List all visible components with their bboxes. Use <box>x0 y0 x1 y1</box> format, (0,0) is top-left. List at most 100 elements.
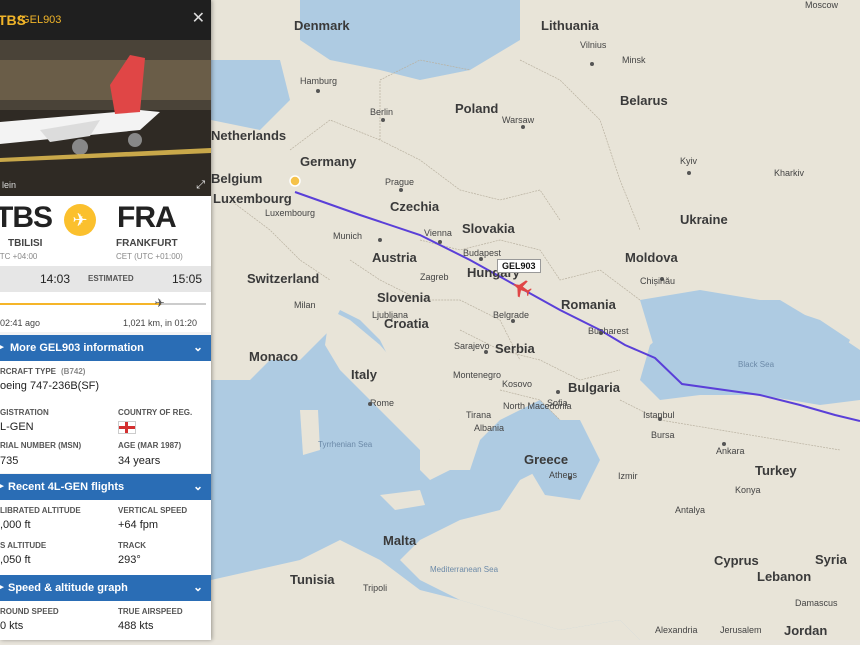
country-austria: Austria <box>372 250 417 265</box>
city-bucharest: Bucharest <box>588 326 629 336</box>
city-ljubljana: Ljubljana <box>372 310 409 320</box>
destination-name: FRANKFURT <box>116 238 178 249</box>
country-belarus: Belarus <box>620 93 668 108</box>
country-moldova: Moldova <box>625 250 678 265</box>
chevron-down-icon: ⌄ <box>192 340 203 354</box>
msn-value: 735 <box>0 455 19 467</box>
sea-tyrrhenian: Tyrrhenian Sea <box>318 440 373 449</box>
aircraft-type-value: oeing 747-236B(SF) <box>0 380 100 392</box>
sea-black-sea: Black Sea <box>738 360 775 369</box>
country-romania: Romania <box>561 297 616 312</box>
city-izmir: Izmir <box>618 471 638 481</box>
country-lithuania: Lithuania <box>541 18 599 33</box>
speed-data: ROUND SPEED 0 kts TRUE AIRSPEED 488 kts <box>0 601 211 640</box>
country-bulgaria: Bulgaria <box>568 380 621 395</box>
city-munich: Munich <box>333 231 363 241</box>
aircraft-callout[interactable]: GEL903 <box>497 259 541 273</box>
city-belgrade: Belgrade <box>493 310 530 320</box>
true-airspeed-value: 488 kts <box>118 620 154 632</box>
city-hamburg: Hamburg <box>300 76 338 86</box>
country-czechia: Czechia <box>390 199 440 214</box>
country-tunisia: Tunisia <box>290 572 335 587</box>
graph-label: Speed & altitude graph <box>8 582 128 594</box>
aircraft-info: RCRAFT TYPE (B742) oeing 747-236B(SF) GI… <box>0 361 211 473</box>
country-poland: Poland <box>455 101 499 116</box>
country-turkey: Turkey <box>755 463 797 478</box>
vertical-speed-label: VERTICAL SPEED <box>118 506 188 515</box>
photo-credit: lein <box>2 180 17 190</box>
city-vienna: Vienna <box>424 228 452 238</box>
country-lebanon: Lebanon <box>757 569 812 584</box>
city-warsaw: Warsaw <box>502 115 535 125</box>
country-luxembourg: Luxembourg <box>213 191 292 206</box>
country-monaco: Monaco <box>249 349 299 364</box>
departure-time: 14:03 <box>40 272 71 286</box>
country-greece: Greece <box>524 452 569 467</box>
country-switzerland: Switzerland <box>247 271 320 286</box>
destination-code: FRA <box>117 201 177 234</box>
progress-section: ✈ 02:41 ago 1,021 km, in 01:20 <box>0 292 211 332</box>
age-value: 34 years <box>118 455 161 467</box>
country-belgium: Belgium <box>211 171 263 186</box>
true-airspeed-label: TRUE AIRSPEED <box>118 607 183 616</box>
country-malta: Malta <box>383 533 417 548</box>
city-moscow: Moscow <box>805 0 839 10</box>
flight-detail-panel: TBS /GEL903 ✕ lein ⤢ TBS TBILISI UTC +04… <box>0 0 211 640</box>
graph-icon: ▸ <box>0 581 4 593</box>
origin-tz: UTC +04:00 <box>0 252 38 261</box>
city-kharkiv: Kharkiv <box>774 168 805 178</box>
city-bursa: Bursa <box>651 430 675 440</box>
expand-photo-icon[interactable]: ⤢ <box>196 179 205 192</box>
recent-flights-toggle[interactable]: ▸ Recent 4L-GEN flights ⌄ <box>0 474 211 500</box>
estimated-label: ESTIMATED <box>88 274 134 283</box>
city-antalya: Antalya <box>675 505 706 515</box>
country-cyprus: Cyprus <box>714 553 759 568</box>
country-jordan: Jordan <box>784 623 828 638</box>
city-jerusalem: Jerusalem <box>720 625 762 635</box>
city-minsk: Minsk <box>622 55 646 65</box>
city-budapest: Budapest <box>463 248 502 258</box>
age-label: AGE (MAR 1987) <box>118 441 182 450</box>
city-athens: Athens <box>549 470 578 480</box>
track-label: TRACK <box>118 541 146 550</box>
graph-toggle[interactable]: ▸ Speed & altitude graph ⌄ <box>0 575 211 601</box>
city-prague: Prague <box>385 177 415 187</box>
plane-icon: ✈ <box>64 204 96 236</box>
info-icon: ▸ <box>0 341 4 353</box>
country-syria: Syria <box>815 552 847 567</box>
city-kyiv: Kyiv <box>680 156 698 166</box>
aircraft-type-code: (B742) <box>61 367 86 376</box>
country-netherlands: Netherlands <box>211 128 287 143</box>
arrival-time: 15:05 <box>172 272 203 286</box>
country-ukraine: Ukraine <box>680 212 728 227</box>
origin-name: TBILISI <box>8 238 43 249</box>
more-info-toggle[interactable]: ▸ More GEL903 information ⌄ <box>0 335 211 361</box>
city-zagreb: Zagreb <box>420 272 449 282</box>
country-label: COUNTRY OF REG. <box>118 408 193 417</box>
city-tirana: Tirana <box>466 410 492 420</box>
city-alexandria: Alexandria <box>655 625 698 635</box>
georgia-flag-icon <box>118 421 136 434</box>
city-ankara: Ankara <box>716 446 745 456</box>
city-kosovo: Kosovo <box>502 379 533 389</box>
aircraft-photo[interactable]: lein ⤢ <box>0 40 211 196</box>
city-milan: Milan <box>294 300 316 310</box>
country-denmark: Denmark <box>294 18 350 33</box>
city-albania: Albania <box>474 423 505 433</box>
close-icon[interactable]: ✕ <box>192 8 205 28</box>
gps-altitude-label: S ALTITUDE <box>0 541 47 550</box>
city-konya: Konya <box>735 485 761 495</box>
city-vilnius: Vilnius <box>580 40 607 50</box>
country-serbia: Serbia <box>495 341 535 356</box>
progress-plane-icon: ✈ <box>154 296 165 310</box>
country-italy: Italy <box>351 367 378 382</box>
city-chisinau: Chișinău <box>640 276 676 286</box>
calibrated-altitude-label: LIBRATED ALTITUDE <box>0 506 81 515</box>
recent-flights-label: Recent 4L-GEN flights <box>8 481 125 493</box>
city-north-macedonia: North Macedonia <box>503 401 572 411</box>
history-icon: ▸ <box>0 480 4 492</box>
ground-speed-value: 0 kts <box>0 620 24 632</box>
city-tripoli: Tripoli <box>363 583 388 593</box>
more-info-label: More GEL903 information <box>10 342 144 354</box>
track-value: 293° <box>118 554 141 566</box>
